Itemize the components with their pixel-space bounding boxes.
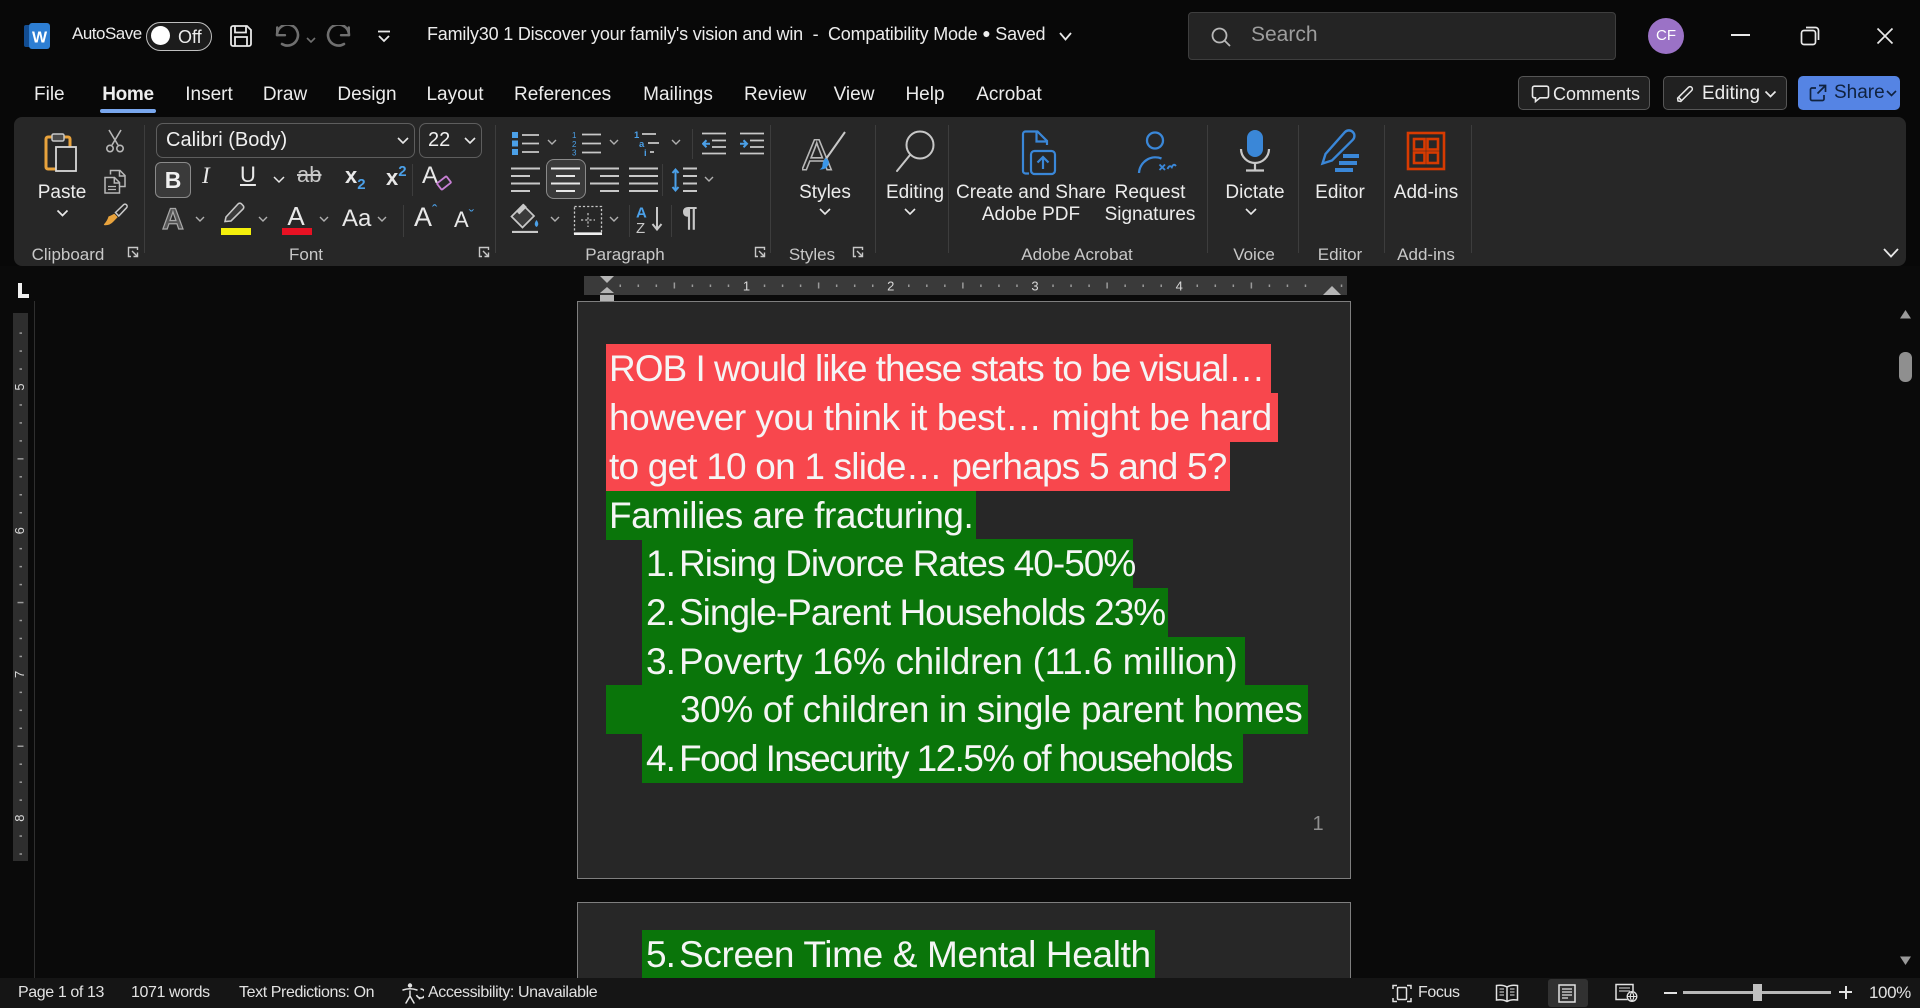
svg-text:6: 6 <box>13 527 27 534</box>
svg-text:3: 3 <box>1031 279 1038 294</box>
svg-text:3: 3 <box>572 149 577 157</box>
svg-text:1: 1 <box>572 131 577 140</box>
svg-text:7: 7 <box>13 671 27 678</box>
svg-text:1: 1 <box>743 279 750 294</box>
svg-text:4: 4 <box>1176 279 1183 294</box>
svg-text:2: 2 <box>887 279 894 294</box>
svg-text:i: i <box>644 148 647 156</box>
svg-text:5: 5 <box>13 383 27 390</box>
svg-text:A: A <box>802 131 832 177</box>
svg-text:A: A <box>636 205 647 222</box>
svg-text:A: A <box>162 203 184 233</box>
svg-text:W: W <box>32 30 48 47</box>
svg-text:8: 8 <box>13 814 27 821</box>
svg-text:Z: Z <box>636 220 645 234</box>
